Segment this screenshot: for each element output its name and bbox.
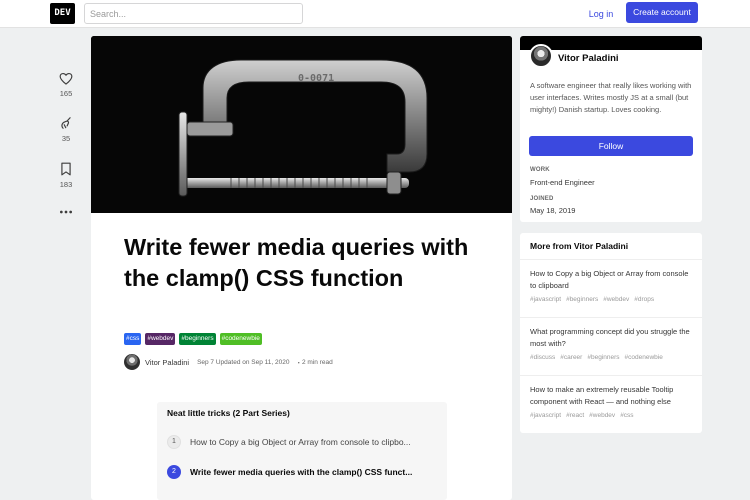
tag-webdev[interactable]: #webdev bbox=[145, 333, 176, 345]
clamp-stamp: 0-0071 bbox=[298, 73, 334, 84]
bookmark-count: 183 bbox=[59, 180, 73, 189]
follow-button[interactable]: Follow bbox=[529, 136, 693, 156]
more-item[interactable]: What programming concept did you struggl… bbox=[530, 326, 696, 361]
more-item[interactable]: How to Copy a big Object or Array from c… bbox=[530, 268, 696, 303]
more-item-tag[interactable]: #career bbox=[560, 354, 582, 361]
divider bbox=[520, 375, 702, 376]
more-item-tag[interactable]: #webdev bbox=[603, 296, 629, 303]
series-item-1[interactable]: 1 How to Copy a big Object or Array from… bbox=[167, 434, 411, 450]
work-value: Front-end Engineer bbox=[530, 178, 595, 187]
cover-image: 0-0071 bbox=[91, 36, 512, 213]
more-item-title[interactable]: What programming concept did you struggl… bbox=[530, 326, 696, 350]
tag-beginners[interactable]: #beginners bbox=[179, 333, 216, 345]
more-item-title[interactable]: How to make an extremely reusable Toolti… bbox=[530, 384, 696, 408]
series-item-label: How to Copy a big Object or Array from c… bbox=[190, 437, 411, 447]
c-clamp-image: 0-0071 bbox=[91, 36, 512, 213]
divider bbox=[520, 259, 702, 260]
profile-bio: A software engineer that really likes wo… bbox=[530, 81, 692, 114]
series-box: Neat little tricks (2 Part Series) 1 How… bbox=[157, 402, 447, 500]
author-name[interactable]: Vitor Paladini bbox=[145, 358, 189, 367]
author-profile-card: Vitor Paladini A software engineer that … bbox=[520, 36, 702, 222]
publish-date: Sep 7 Updated on Sep 11, 2020 bbox=[197, 358, 290, 366]
more-item-title[interactable]: How to Copy a big Object or Array from c… bbox=[530, 268, 696, 292]
create-account-button[interactable]: Create account bbox=[626, 2, 698, 23]
more-options-icon bbox=[59, 210, 73, 214]
series-item-number: 2 bbox=[167, 465, 181, 479]
more-item-tag[interactable]: #react bbox=[566, 412, 584, 419]
joined-value: May 18, 2019 bbox=[530, 206, 576, 215]
unicorn-count: 35 bbox=[61, 134, 71, 143]
tag-codenewbie[interactable]: #codenewbie bbox=[219, 333, 262, 345]
dev-logo[interactable]: DEV bbox=[50, 3, 75, 24]
more-item-tag[interactable]: #css bbox=[620, 412, 633, 419]
unicorn-icon bbox=[61, 117, 71, 129]
series-item-label: Write fewer media queries with the clamp… bbox=[190, 467, 413, 477]
work-label: WORK bbox=[530, 167, 550, 173]
more-options-button[interactable] bbox=[54, 209, 78, 215]
more-item-tags: #javascript #react #webdev #css bbox=[530, 412, 696, 419]
more-item-tag[interactable]: #discuss bbox=[530, 354, 555, 361]
heart-reaction-button[interactable]: 165 bbox=[54, 72, 78, 98]
series-item-2[interactable]: 2 Write fewer media queries with the cla… bbox=[167, 464, 412, 480]
profile-avatar[interactable] bbox=[529, 44, 553, 68]
more-item-tag[interactable]: #beginners bbox=[587, 354, 619, 361]
article-meta: Vitor Paladini Sep 7 Updated on Sep 11, … bbox=[124, 354, 333, 370]
more-item-tags: #javascript #beginners #webdev #drops bbox=[530, 296, 696, 303]
unicorn-reaction-button[interactable]: 35 bbox=[54, 116, 78, 143]
bookmark-button[interactable]: 183 bbox=[54, 162, 78, 189]
read-time: 2 min read bbox=[301, 358, 333, 366]
more-item-tag[interactable]: #javascript bbox=[530, 296, 561, 303]
top-navbar: DEV Log in Create account bbox=[0, 0, 750, 28]
bookmark-icon bbox=[61, 162, 71, 176]
more-from-author: More from Vitor Paladini How to Copy a b… bbox=[520, 233, 702, 433]
login-link[interactable]: Log in bbox=[583, 6, 619, 22]
more-item-tags: #discuss #career #beginners #codenewbie bbox=[530, 354, 696, 361]
more-item-tag[interactable]: #drops bbox=[634, 296, 654, 303]
tag-css[interactable]: #css bbox=[124, 333, 142, 345]
series-title: Neat little tricks (2 Part Series) bbox=[167, 408, 290, 418]
more-item-tag[interactable]: #beginners bbox=[566, 296, 598, 303]
more-heading: More from Vitor Paladini bbox=[530, 241, 629, 251]
tag-list: #css #webdev #beginners #codenewbie bbox=[124, 333, 262, 345]
author-avatar[interactable] bbox=[124, 354, 140, 370]
heart-icon bbox=[59, 72, 73, 85]
heart-count: 165 bbox=[59, 89, 73, 98]
article-title: Write fewer media queries with the clamp… bbox=[124, 234, 469, 291]
more-item-tag[interactable]: #javascript bbox=[530, 412, 561, 419]
more-item-tag[interactable]: #webdev bbox=[589, 412, 615, 419]
divider bbox=[520, 317, 702, 318]
article-card: 0-0071 Write fewer media queries with th… bbox=[91, 36, 512, 500]
more-item[interactable]: How to make an extremely reusable Toolti… bbox=[530, 384, 696, 419]
joined-label: JOINED bbox=[530, 196, 554, 202]
more-item-tag[interactable]: #codenewbie bbox=[625, 354, 663, 361]
search-input[interactable] bbox=[84, 3, 303, 24]
profile-name[interactable]: Vitor Paladini bbox=[558, 53, 619, 64]
series-item-number: 1 bbox=[167, 435, 181, 449]
